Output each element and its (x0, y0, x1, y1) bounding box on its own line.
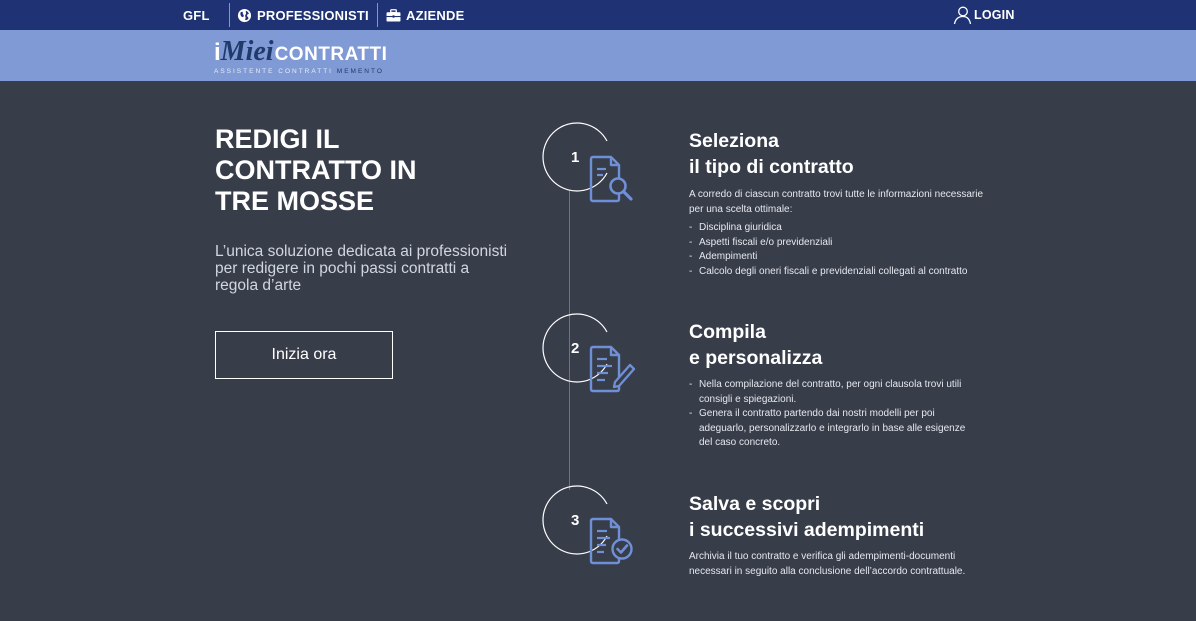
document-search-icon (589, 155, 633, 203)
user-icon (952, 5, 972, 25)
step-number: 2 (571, 340, 580, 357)
start-now-button[interactable]: Inizia ora (215, 331, 393, 379)
step-description: A corredo di ciascun contratto trovi tut… (689, 188, 989, 279)
document-check-icon (589, 517, 633, 565)
hero-title-line: REDIGI IL (215, 124, 340, 154)
step-number: 1 (571, 149, 580, 166)
step-bullet-list: Nella compilazione del contratto, per og… (689, 378, 981, 451)
hero-title-line: TRE MOSSE (215, 186, 375, 216)
step-bullet: Nella compilazione del contratto, per og… (689, 378, 981, 407)
nav-professionisti[interactable]: PROFESSIONISTI (237, 0, 369, 30)
step-title: Compila e personalizza (689, 319, 822, 371)
nav-gfl[interactable]: GFL (183, 0, 210, 30)
step-intro: A corredo di ciascun contratto trovi tut… (689, 189, 984, 215)
step-title-line: e personalizza (689, 347, 823, 369)
step-bullet: Aspetti fiscali e/o previdenziali (689, 236, 989, 251)
step-title-line: il tipo di contratto (689, 156, 854, 178)
nav-professionisti-label: PROFESSIONISTI (257, 7, 369, 23)
step-title-line: Salva e scopri (689, 493, 821, 515)
step-title: Salva e scopri i successivi adempimenti (689, 491, 924, 543)
logo-tagline-memento: MEMENTO (336, 68, 384, 75)
logo-contratti: CONTRATTI (274, 44, 388, 65)
logo-tagline-prefix: ASSISTENTE CONTRATTI (214, 68, 333, 75)
nav-aziende-label: AZIENDE (406, 7, 465, 23)
step-title-line: Seleziona (689, 130, 779, 152)
step-title-line: i successivi adempimenti (689, 519, 925, 541)
top-navigation: GFL PROFESSIONISTI AZIENDE LOGIN (0, 0, 1196, 30)
globe-icon (237, 8, 252, 23)
hero-subtitle: L’unica soluzione dedicata ai profession… (215, 243, 508, 294)
document-edit-icon (589, 345, 636, 393)
nav-divider (377, 3, 378, 27)
nav-aziende[interactable]: AZIENDE (386, 0, 464, 30)
brand-bar: i Miei CONTRATTI ASSISTENTE CONTRATTI ME… (0, 30, 1196, 81)
logo-i: i (214, 39, 221, 66)
logo-wordmark: i Miei CONTRATTI (214, 36, 388, 67)
step-bullet: Calcolo degli oneri fiscali e previdenzi… (689, 265, 989, 280)
hero-title-line: CONTRATTO IN (215, 155, 417, 185)
step-bullet: Adempimenti (689, 250, 989, 265)
step-bullet-list: Disciplina giuridica Aspetti fiscali e/o… (689, 221, 989, 279)
nav-gfl-label: GFL (183, 7, 210, 23)
step-description: Archivia il tuo contratto e verifica gli… (689, 551, 966, 577)
step-title-line: Compila (689, 321, 766, 343)
step-bullet: Genera il contratto partendo dai nostri … (689, 407, 981, 451)
briefcase-icon (386, 8, 401, 22)
step-bullet: Disciplina giuridica (689, 221, 989, 236)
imiei-contratti-logo[interactable]: i Miei CONTRATTI ASSISTENTE CONTRATTI ME… (214, 36, 394, 76)
step-description: Nella compilazione del contratto, per og… (689, 378, 981, 451)
logo-tagline: ASSISTENTE CONTRATTI MEMENTO (214, 68, 384, 75)
step-title: Seleziona il tipo di contratto (689, 128, 854, 180)
login-link[interactable]: LOGIN (952, 0, 1015, 30)
login-label: LOGIN (974, 8, 1015, 22)
logo-miei: Miei (220, 36, 274, 67)
hero-title: REDIGI IL CONTRATTO IN TRE MOSSE (215, 124, 515, 217)
step-number: 3 (571, 512, 580, 529)
nav-divider (229, 3, 230, 27)
